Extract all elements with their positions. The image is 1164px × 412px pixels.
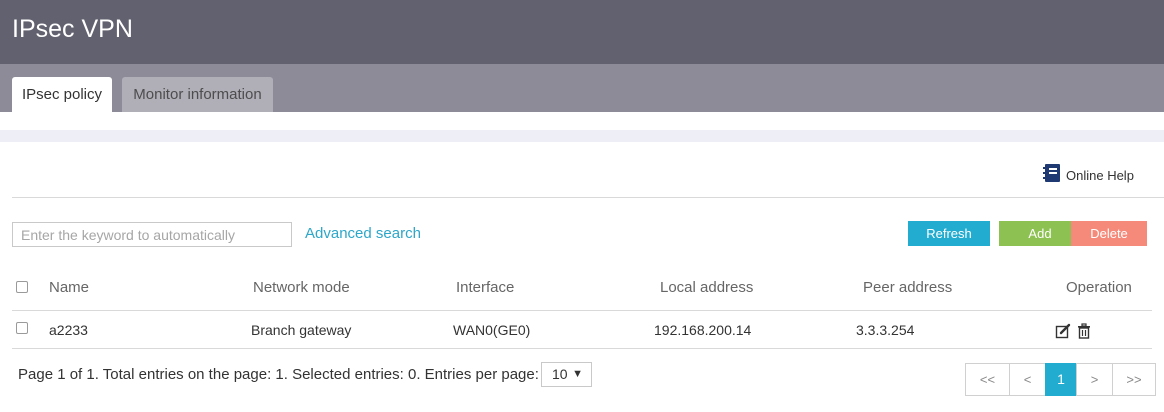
page-title: IPsec VPN [12, 15, 133, 43]
select-all-checkbox[interactable] [16, 281, 28, 293]
cell-name: a2233 [49, 322, 88, 338]
refresh-button[interactable]: Refresh [908, 221, 990, 246]
pagination-summary: Page 1 of 1. Total entries on the page: … [18, 366, 539, 383]
column-header-interface: Interface [456, 279, 515, 296]
dropdown-arrow-icon: ▼ [572, 368, 583, 380]
edit-icon[interactable] [1055, 323, 1071, 344]
cell-network-mode: Branch gateway [251, 322, 352, 338]
column-header-operation: Operation [1066, 279, 1132, 296]
cell-local-address: 192.168.200.14 [654, 322, 752, 338]
add-button[interactable]: Add [999, 221, 1081, 246]
page-header: IPsec VPN [0, 0, 1164, 64]
tab-bar: IPsec policy Monitor information [0, 64, 1164, 112]
first-page-button[interactable]: << [965, 363, 1010, 396]
content-top-stripe [0, 130, 1164, 142]
current-page-button[interactable]: 1 [1045, 363, 1077, 396]
online-help-label: Online Help [1066, 168, 1134, 183]
online-help-link[interactable]: Online Help [1042, 163, 1134, 188]
next-page-button[interactable]: > [1076, 363, 1113, 396]
advanced-search-link[interactable]: Advanced search [305, 225, 421, 242]
column-header-network-mode: Network mode [253, 279, 350, 296]
pagination: << < 1 > >> [965, 363, 1156, 396]
column-header-peer-address: Peer address [863, 279, 953, 296]
column-header-name: Name [49, 279, 90, 296]
search-input[interactable] [12, 222, 292, 247]
last-page-button[interactable]: >> [1112, 363, 1156, 396]
row-checkbox[interactable] [16, 322, 28, 334]
entries-per-page-select[interactable]: 10 ▼ [541, 362, 592, 387]
column-header-local-address: Local address [660, 279, 754, 296]
prev-page-button[interactable]: < [1009, 363, 1046, 396]
tab-monitor-information[interactable]: Monitor information [122, 77, 273, 112]
entries-per-page-value: 10 [552, 366, 568, 382]
cell-peer-address: 3.3.3.254 [856, 322, 915, 338]
tab-ipsec-policy[interactable]: IPsec policy [12, 77, 112, 112]
help-book-icon [1042, 163, 1062, 188]
trash-icon[interactable] [1076, 323, 1092, 344]
table-row-divider [12, 348, 1152, 349]
delete-button[interactable]: Delete [1071, 221, 1147, 246]
table-header-divider [12, 310, 1152, 311]
row-operations [1055, 323, 1092, 344]
toolbar-divider [12, 197, 1164, 198]
cell-interface: WAN0(GE0) [453, 322, 531, 338]
